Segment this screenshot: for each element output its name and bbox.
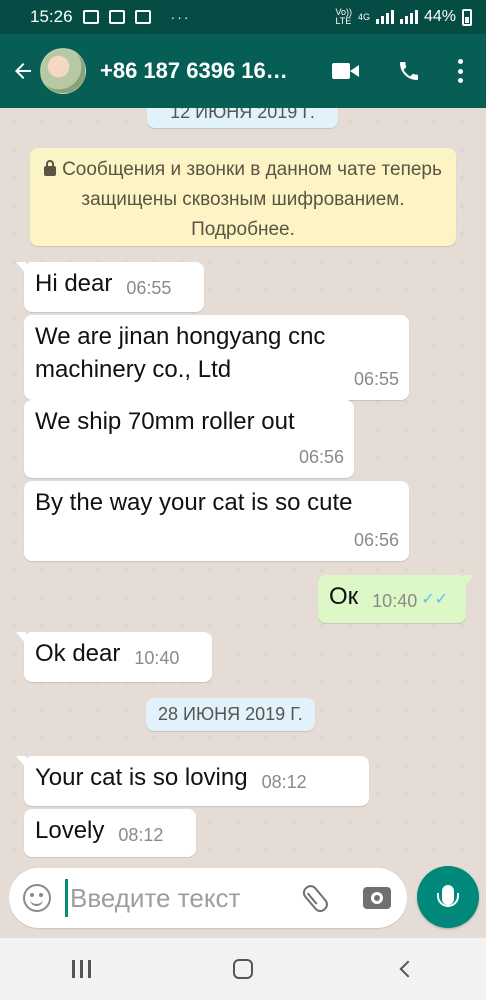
voice-record-button[interactable] xyxy=(417,866,479,928)
message-text: We are jinan hongyang cnc machinery co.,… xyxy=(35,323,326,383)
message-list[interactable]: 12 ИЮНЯ 2019 Г. Сообщения и звонки в дан… xyxy=(0,108,486,858)
message-text: Ok dear xyxy=(35,640,121,667)
video-call-icon[interactable] xyxy=(332,60,362,82)
message-text: Lovely xyxy=(35,817,105,844)
message-time: 06:56 xyxy=(298,447,344,467)
composer: Введите текст xyxy=(9,868,407,928)
message-bubble[interactable]: Lovely 08:12 xyxy=(24,809,196,857)
network-type-indicator: 4G xyxy=(357,11,370,22)
message-text: Ок xyxy=(329,583,359,610)
home-icon xyxy=(233,959,253,979)
lock-icon xyxy=(44,160,57,176)
message-time: 10:40 xyxy=(134,648,180,668)
contact-avatar[interactable] xyxy=(40,48,86,94)
recent-apps-button[interactable] xyxy=(51,947,111,991)
status-bar: 15:26 ··· Vo)) LTE 4G 44% xyxy=(0,0,486,34)
more-notifications-indicator: ··· xyxy=(170,9,191,25)
message-bubble[interactable]: We are jinan hongyang cnc machinery co.,… xyxy=(24,315,409,400)
camera-icon[interactable] xyxy=(363,887,391,909)
gallery-notification-icon xyxy=(108,10,125,24)
message-bubble-outgoing[interactable]: Ок 10:40 ✓✓ xyxy=(318,575,474,623)
back-arrow-icon[interactable] xyxy=(6,51,40,91)
mic-icon xyxy=(437,885,459,907)
home-button[interactable] xyxy=(213,947,273,991)
message-bubble[interactable]: Hi dear 06:55 xyxy=(16,262,204,312)
message-text: Your cat is so loving xyxy=(35,764,248,791)
message-bubble[interactable]: Your cat is so loving 08:12 xyxy=(16,756,369,806)
message-text: By the way your cat is so cute xyxy=(35,489,353,516)
message-bubble[interactable]: By the way your cat is so cute 06:56 xyxy=(24,481,409,561)
battery-percent: 44% xyxy=(423,8,456,25)
message-time: 08:12 xyxy=(118,825,164,845)
message-time: 06:55 xyxy=(353,369,399,389)
recent-apps-icon xyxy=(71,960,91,978)
message-input[interactable]: Введите текст xyxy=(65,879,301,917)
system-navigation-bar xyxy=(0,938,486,1000)
chat-header: +86 187 6396 16… xyxy=(0,34,486,108)
signal-icon xyxy=(375,10,394,24)
encryption-notice[interactable]: Сообщения и звонки в данном чате теперь … xyxy=(30,148,456,246)
message-text: Hi dear xyxy=(35,270,113,297)
message-text: We ship 70mm roller out xyxy=(35,408,295,435)
volte-indicator: Vo)) LTE xyxy=(335,7,352,26)
back-icon xyxy=(399,960,417,978)
composer-bar: Введите текст xyxy=(0,858,486,938)
date-separator: 12 ИЮНЯ 2019 Г. xyxy=(147,108,338,128)
system-back-button[interactable] xyxy=(375,947,435,991)
voice-call-icon[interactable] xyxy=(396,58,422,84)
signal-icon-sim2 xyxy=(399,10,418,24)
read-receipt-icon: ✓✓ xyxy=(421,591,449,608)
message-bubble[interactable]: We ship 70mm roller out 06:56 xyxy=(24,400,354,478)
news-notification-icon xyxy=(134,10,151,24)
message-time: 10:40 xyxy=(372,591,418,611)
more-options-icon[interactable] xyxy=(456,59,464,83)
status-time: 15:26 xyxy=(30,7,73,26)
message-bubble[interactable]: Ok dear 10:40 xyxy=(16,632,212,682)
message-time: 06:56 xyxy=(353,530,399,550)
emoji-icon[interactable] xyxy=(23,884,51,912)
message-time: 08:12 xyxy=(261,772,307,792)
date-separator: 28 ИЮНЯ 2019 Г. xyxy=(146,698,315,731)
battery-icon xyxy=(462,8,472,26)
notification-icon xyxy=(82,10,99,24)
message-time: 06:55 xyxy=(126,278,172,298)
contact-name[interactable]: +86 187 6396 16… xyxy=(100,58,305,84)
